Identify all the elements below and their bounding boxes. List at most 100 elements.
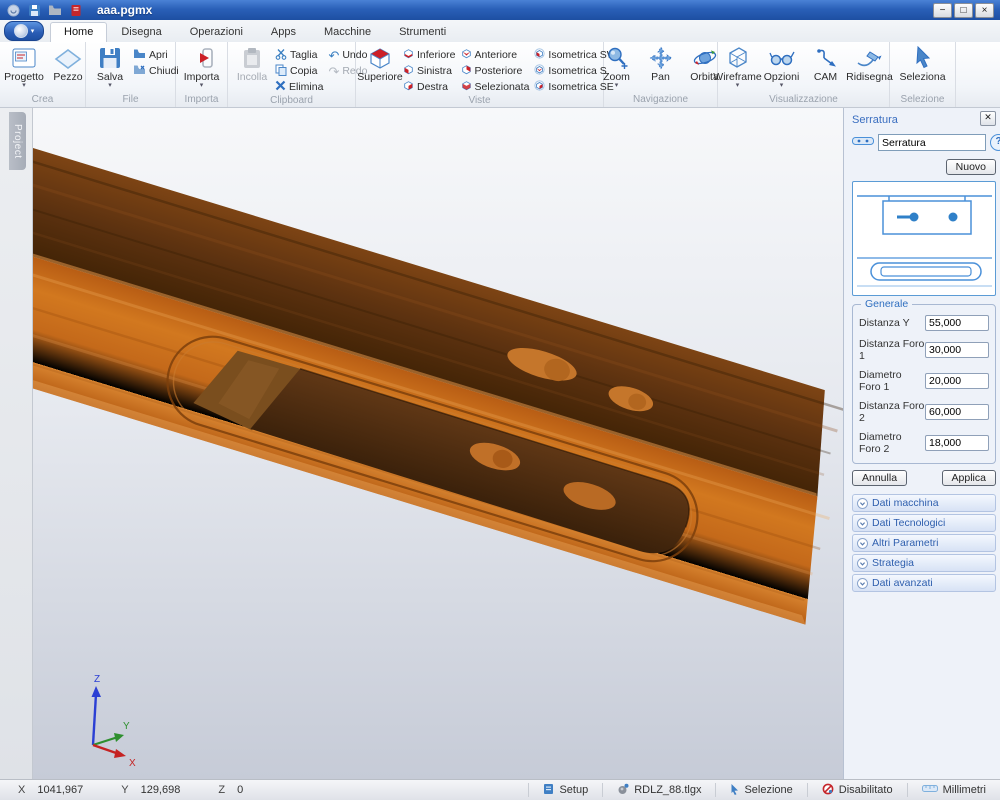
destra-button[interactable]: Destra <box>403 79 456 95</box>
close-button[interactable]: × <box>975 3 994 18</box>
pan-button[interactable]: Pan <box>639 43 683 83</box>
diametro-foro-2-input[interactable] <box>925 435 989 451</box>
dropdown-caret: ▾ <box>108 83 112 89</box>
tab-apps[interactable]: Apps <box>257 22 310 42</box>
recent-document-icon[interactable] <box>69 4 83 17</box>
menu-bar: ▾ Home Disegna Operazioni Apps Macchine … <box>0 20 1000 43</box>
ribbon-group-crea: Progetto ▾ Pezzo Crea <box>0 42 86 107</box>
anteriore-button[interactable]: Anteriore <box>461 47 530 63</box>
redo-icon: ↷ <box>328 66 339 77</box>
section-dati-macchina[interactable]: Dati macchina <box>852 494 996 512</box>
lock-preview-diagram <box>852 181 996 296</box>
superiore-button[interactable]: Superiore <box>358 43 402 83</box>
progetto-icon <box>12 44 36 72</box>
annulla-button[interactable]: Annulla <box>852 470 907 486</box>
isometrica-s-view-icon <box>534 64 545 78</box>
salva-button[interactable]: Salva ▾ <box>88 43 132 89</box>
window-title: aaa.pgmx <box>97 3 152 17</box>
field-row: Distanza Foro 2 <box>859 400 989 424</box>
serratura-panel: Serratura ✕ ? Nuovo <box>843 108 1000 780</box>
nuovo-button[interactable]: Nuovo <box>946 159 996 175</box>
chevron-down-icon <box>857 498 868 509</box>
apri-button[interactable]: Apri <box>133 47 179 63</box>
panel-close-button[interactable]: ✕ <box>980 111 996 126</box>
app-logo-icon[interactable] <box>6 4 20 17</box>
tab-strumenti[interactable]: Strumenti <box>385 22 460 42</box>
dropdown-caret: ▾ <box>200 83 204 89</box>
copia-button[interactable]: Copia <box>275 63 323 79</box>
status-units[interactable]: Millimetri <box>907 783 1000 797</box>
operation-name-input[interactable] <box>878 134 986 151</box>
incolla-button[interactable]: Incolla <box>230 43 274 83</box>
tab-disegna[interactable]: Disegna <box>107 22 175 42</box>
dropdown-caret: ▾ <box>780 83 784 89</box>
viewport-3d[interactable]: Z Y X <box>33 108 843 780</box>
applica-button[interactable]: Applica <box>942 470 996 486</box>
zoom-button[interactable]: Zoom ▾ <box>595 43 639 89</box>
open-quick-icon[interactable] <box>48 4 62 17</box>
field-row: Distanza Foro 1 <box>859 338 989 362</box>
chiudi-icon <box>133 64 146 78</box>
help-button[interactable]: ? <box>990 134 1000 151</box>
selezionata-button[interactable]: Selezionata <box>461 79 530 95</box>
sinistra-button[interactable]: Sinistra <box>403 63 456 79</box>
opzioni-button[interactable]: Opzioni ▾ <box>760 43 804 89</box>
main-area: Project <box>0 108 1000 780</box>
distanza-y-input[interactable] <box>925 315 989 331</box>
axis-y-label: Y <box>123 721 130 732</box>
disabled-icon <box>822 783 834 798</box>
axis-x-label: X <box>129 758 136 769</box>
taglia-button[interactable]: Taglia <box>275 47 323 63</box>
restore-button[interactable]: □ <box>954 3 973 18</box>
minimize-button[interactable]: − <box>933 3 952 18</box>
window-controls: − □ × <box>933 3 1000 18</box>
chiudi-button[interactable]: Chiudi <box>133 63 179 79</box>
dropdown-caret: ▾ <box>736 83 740 89</box>
progetto-button[interactable]: Progetto ▾ <box>2 43 46 89</box>
status-disabled-flag[interactable]: Disabilitato <box>807 783 907 797</box>
inferiore-button[interactable]: Inferiore <box>403 47 456 63</box>
sinistra-view-icon <box>403 64 414 78</box>
tool-icon <box>617 783 629 798</box>
application-menu-button[interactable]: ▾ <box>4 21 44 41</box>
section-dati-avanzati[interactable]: Dati avanzati <box>852 574 996 592</box>
seleziona-button[interactable]: Seleziona <box>896 43 948 83</box>
save-quick-icon[interactable] <box>27 4 41 17</box>
apri-icon <box>133 48 146 62</box>
importa-icon <box>190 44 214 72</box>
ribbon-tabs: Home Disegna Operazioni Apps Macchine St… <box>50 21 460 42</box>
posteriore-button[interactable]: Posteriore <box>461 63 530 79</box>
cursor-icon <box>730 783 739 798</box>
section-dati-tecnologici[interactable]: Dati Tecnologici <box>852 514 996 532</box>
application-logo-icon <box>14 24 28 38</box>
status-selection-mode[interactable]: Selezione <box>715 783 806 797</box>
tab-operazioni[interactable]: Operazioni <box>176 22 257 42</box>
field-row: Diametro Foro 2 <box>859 431 989 455</box>
panel-title: Serratura <box>852 114 996 126</box>
tab-home[interactable]: Home <box>50 22 107 42</box>
distanza-foro-1-input[interactable] <box>925 342 989 358</box>
wireframe-icon <box>725 44 751 72</box>
x-coordinate: 1041,967 <box>37 784 83 796</box>
ridisegna-button[interactable]: Ridisegna <box>848 43 892 83</box>
left-dock: Project <box>0 108 33 780</box>
generale-group-label: Generale <box>861 298 912 310</box>
inferiore-view-icon <box>403 48 414 62</box>
distanza-foro-2-input[interactable] <box>925 404 989 420</box>
wireframe-button[interactable]: Wireframe ▾ <box>716 43 760 89</box>
status-tool-file[interactable]: RDLZ_88.tlgx <box>602 783 715 797</box>
z-coordinate: 0 <box>237 784 243 796</box>
section-altri-parametri[interactable]: Altri Parametri <box>852 534 996 552</box>
pezzo-button[interactable]: Pezzo <box>46 43 90 83</box>
diametro-foro-1-input[interactable] <box>925 373 989 389</box>
setup-icon <box>543 783 554 798</box>
section-strategia[interactable]: Strategia <box>852 554 996 572</box>
importa-button[interactable]: Importa ▾ <box>180 43 224 89</box>
project-panel-tab[interactable]: Project <box>9 112 26 170</box>
tab-macchine[interactable]: Macchine <box>310 22 385 42</box>
ridisegna-icon <box>856 44 883 72</box>
elimina-button[interactable]: Elimina <box>275 79 323 95</box>
status-setup[interactable]: Setup <box>528 783 602 797</box>
cam-button[interactable]: CAM <box>804 43 848 83</box>
ribbon-group-viste: Superiore Inferiore Sinistra Destra <box>356 42 604 107</box>
